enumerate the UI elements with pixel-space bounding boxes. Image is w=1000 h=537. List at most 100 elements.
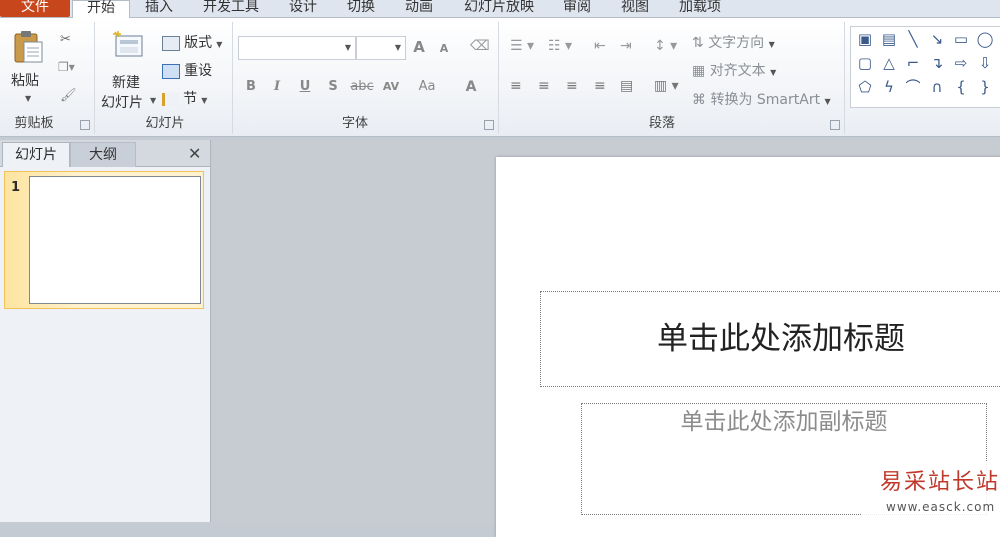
paragraph-launcher-icon[interactable] <box>830 120 840 130</box>
align-center-icon[interactable]: ≡ <box>538 78 550 94</box>
tab-outline[interactable]: 大纲 <box>70 142 136 167</box>
reset-icon <box>162 64 180 79</box>
strikethrough-button[interactable]: abc <box>350 78 374 96</box>
smartart-icon: ⌘ <box>692 92 706 108</box>
new-slide-icon <box>113 31 143 57</box>
format-painter-icon[interactable]: 🖌 <box>60 88 77 103</box>
tab-review[interactable]: 审阅 <box>552 0 602 17</box>
new-slide-button[interactable] <box>112 30 144 60</box>
elbow-connector-shape-icon[interactable]: ⌐ <box>903 53 923 73</box>
slide-number: 1 <box>11 180 21 195</box>
align-text-icon: ▦ <box>692 63 706 79</box>
font-size-combobox[interactable]: ▼ <box>356 36 406 60</box>
subtitle-placeholder-text: 单击此处添加副标题 <box>680 409 888 435</box>
text-direction-caret-icon: ▼ <box>768 40 775 49</box>
decrease-indent-icon[interactable]: ⇤ <box>594 38 606 54</box>
align-right-icon[interactable]: ≡ <box>566 78 578 94</box>
new-slide-caret-icon[interactable]: ▼ <box>150 96 156 105</box>
distributed-icon[interactable]: ▤ <box>620 78 633 94</box>
char-spacing-button[interactable]: AV <box>380 78 402 96</box>
align-text-button[interactable]: ▦ 对齐文本 ▼ <box>692 60 776 80</box>
align-left-icon[interactable]: ≡ <box>510 78 522 94</box>
reset-button[interactable]: 重设 <box>162 60 212 80</box>
font-group-label: 字体 <box>341 116 368 131</box>
group-separator <box>94 22 95 134</box>
section-icon <box>162 93 179 106</box>
right-arrow-shape-icon[interactable]: ⇨ <box>951 53 971 73</box>
paste-label[interactable]: 粘贴 <box>11 70 39 90</box>
font-name-combobox[interactable]: ▼ <box>238 36 356 60</box>
down-arrow-shape-icon[interactable]: ⇩ <box>975 53 995 73</box>
slides-group-label: 幻灯片 <box>145 116 185 131</box>
layout-button[interactable]: 版式 ▼ <box>162 32 222 52</box>
numbering-icon[interactable]: ☷ ▾ <box>548 38 572 54</box>
freeform-shape-icon[interactable]: ⬠ <box>855 77 875 97</box>
cut-icon[interactable]: ✂ <box>60 32 71 47</box>
italic-button[interactable]: I <box>268 78 286 96</box>
tab-addins[interactable]: 加载项 <box>668 0 732 17</box>
bullets-icon[interactable]: ☰ ▾ <box>510 38 534 54</box>
clear-formatting-icon[interactable]: ⌫ <box>470 38 490 54</box>
paste-dropdown-caret-icon[interactable]: ▼ <box>25 94 31 103</box>
textbox-shape-icon[interactable]: ▣ <box>855 29 875 49</box>
slide-thumbnail-image[interactable] <box>29 176 201 304</box>
increase-indent-icon[interactable]: ⇥ <box>620 38 632 54</box>
tab-insert[interactable]: 插入 <box>136 0 182 17</box>
vertical-textbox-shape-icon[interactable]: ▤ <box>879 29 899 49</box>
new-slide-label-line1[interactable]: 新建 <box>112 72 140 92</box>
tab-home[interactable]: 开始 <box>72 0 130 19</box>
scribble-shape-icon[interactable]: ϟ <box>879 77 899 97</box>
underline-button[interactable]: U <box>296 78 314 96</box>
font-name-caret-icon[interactable]: ▼ <box>345 43 351 52</box>
paragraph-group-label: 段落 <box>648 116 675 131</box>
section-button[interactable]: 节 ▼ <box>162 88 207 108</box>
tab-slides[interactable]: 幻灯片 <box>2 142 70 167</box>
align-text-caret-icon: ▼ <box>770 68 777 77</box>
close-icon[interactable]: ✕ <box>188 144 201 163</box>
title-placeholder-text: 单击此处添加标题 <box>657 321 905 357</box>
convert-smartart-button[interactable]: ⌘ 转换为 SmartArt ▼ <box>692 89 831 109</box>
tab-file[interactable]: 文件 <box>0 0 70 17</box>
ribbon-tab-bar: 文件 开始 插入 开发工具 设计 切换 动画 幻灯片放映 审阅 视图 加载项 <box>0 0 1000 19</box>
justify-icon[interactable]: ≡ <box>594 78 606 94</box>
group-separator <box>498 22 499 134</box>
copy-icon[interactable]: ❐▾ <box>58 60 75 74</box>
text-direction-label: 文字方向 <box>708 35 765 51</box>
arc-shape-icon[interactable]: ⌒ <box>903 77 923 97</box>
shadow-button[interactable]: S <box>324 78 342 96</box>
tab-transitions[interactable]: 切换 <box>336 0 386 17</box>
line-spacing-icon[interactable]: ↕ ▾ <box>654 38 677 54</box>
triangle-shape-icon[interactable]: △ <box>879 53 899 73</box>
change-case-button[interactable]: Aa <box>416 78 438 96</box>
rectangle-shape-icon[interactable]: ▭ <box>951 29 971 49</box>
text-direction-icon: ⇅ <box>692 35 704 51</box>
font-size-caret-icon[interactable]: ▼ <box>395 43 401 52</box>
grow-font-button[interactable]: A <box>410 38 428 56</box>
tab-design[interactable]: 设计 <box>278 0 328 17</box>
new-slide-label-line2[interactable]: 幻灯片 <box>101 92 143 112</box>
slide-thumbnail-selected[interactable]: 1 <box>4 171 204 309</box>
font-color-button[interactable]: A <box>462 78 480 96</box>
rounded-rect-shape-icon[interactable]: ▢ <box>855 53 875 73</box>
tab-view[interactable]: 视图 <box>610 0 660 17</box>
title-placeholder[interactable]: 单击此处添加标题 <box>540 291 1000 387</box>
tab-slideshow[interactable]: 幻灯片放映 <box>452 0 546 17</box>
right-brace-shape-icon[interactable]: } <box>975 77 995 97</box>
clipboard-group-label: 剪贴板 <box>14 116 54 131</box>
bold-button[interactable]: B <box>242 78 260 96</box>
paste-button[interactable] <box>12 30 44 64</box>
font-launcher-icon[interactable] <box>484 120 494 130</box>
tab-animations[interactable]: 动画 <box>394 0 444 17</box>
text-direction-button[interactable]: ⇅ 文字方向 ▼ <box>692 32 775 52</box>
shrink-font-button[interactable]: A <box>435 40 453 58</box>
arrow-line-shape-icon[interactable]: ↘ <box>927 29 947 49</box>
tab-developer[interactable]: 开发工具 <box>192 0 270 17</box>
left-brace-shape-icon[interactable]: { <box>951 77 971 97</box>
columns-icon[interactable]: ▥ ▾ <box>654 78 679 94</box>
oval-shape-icon[interactable]: ◯ <box>975 29 995 49</box>
line-shape-icon[interactable]: ╲ <box>903 29 923 49</box>
slides-panel: 幻灯片 大纲 ✕ 1 <box>0 140 211 522</box>
clipboard-launcher-icon[interactable] <box>80 120 90 130</box>
curve-shape-icon[interactable]: ∩ <box>927 77 947 97</box>
elbow-arrow-shape-icon[interactable]: ↴ <box>927 53 947 73</box>
